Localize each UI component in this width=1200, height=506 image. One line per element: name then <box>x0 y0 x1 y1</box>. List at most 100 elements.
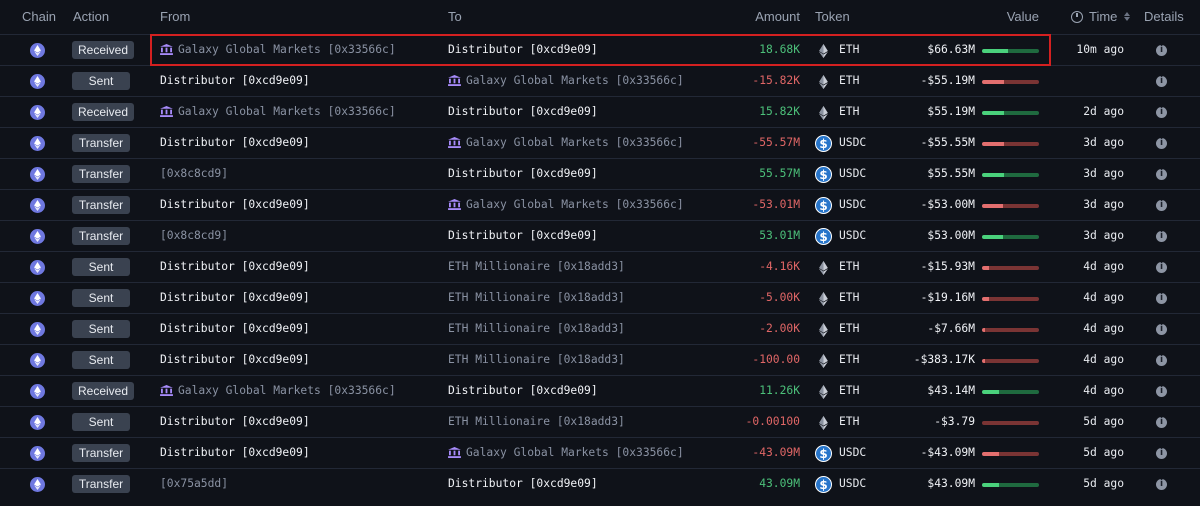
action-badge: Sent <box>72 258 130 276</box>
from-address[interactable]: [0x75a5dd] <box>160 477 228 490</box>
to-address[interactable]: ETH Millionaire [0x18add3] <box>448 260 625 273</box>
amount-value: -100.00 <box>752 353 800 366</box>
to-address[interactable]: Distributor [0xcd9e09] <box>448 229 598 242</box>
info-icon[interactable]: i <box>1156 448 1167 459</box>
value-amount: $43.14M <box>927 384 975 397</box>
info-icon[interactable]: i <box>1156 417 1167 428</box>
table-row[interactable]: Sent Distributor [0xcd9e09] ETH Millionair… <box>0 282 1200 313</box>
info-icon[interactable]: i <box>1156 355 1167 366</box>
to-address-label: ETH Millionaire [0x18add3] <box>448 415 625 428</box>
to-address[interactable]: Distributor [0xcd9e09] <box>448 477 598 490</box>
ethereum-chain-icon <box>30 477 45 492</box>
column-header-chain: Chain <box>22 9 56 24</box>
table-row[interactable]: Transfer Distributor [0xcd9e09] Galaxy Glo… <box>0 189 1200 220</box>
to-address[interactable]: Galaxy Global Markets [0x33566c] <box>448 74 684 87</box>
to-address[interactable]: Galaxy Global Markets [0x33566c] <box>448 136 684 149</box>
to-address-label: Galaxy Global Markets [0x33566c] <box>466 74 684 87</box>
info-icon[interactable]: i <box>1156 386 1167 397</box>
eth-token-icon <box>815 259 832 276</box>
info-icon[interactable]: i <box>1156 293 1167 304</box>
institution-icon <box>160 44 173 55</box>
action-badge: Received <box>72 103 135 121</box>
info-icon[interactable]: i <box>1156 76 1167 87</box>
from-address[interactable]: Distributor [0xcd9e09] <box>160 198 310 211</box>
action-badge: Transfer <box>72 475 130 493</box>
eth-token-icon <box>815 290 832 307</box>
time-ago: 4d ago <box>1083 291 1124 304</box>
info-icon[interactable]: i <box>1156 107 1167 118</box>
from-address[interactable]: [0x8c8cd9] <box>160 167 228 180</box>
table-row[interactable]: Sent Distributor [0xcd9e09] ETH Millionair… <box>0 344 1200 375</box>
institution-icon <box>160 106 173 117</box>
value-bar <box>982 204 1039 208</box>
from-address[interactable]: Distributor [0xcd9e09] <box>160 353 310 366</box>
table-row[interactable]: Received Galaxy Global Markets [0x33566c]… <box>0 96 1200 127</box>
value-bar-fill <box>982 173 1004 177</box>
to-address[interactable]: ETH Millionaire [0x18add3] <box>448 353 625 366</box>
to-address[interactable]: Distributor [0xcd9e09] <box>448 43 598 56</box>
from-address[interactable]: Distributor [0xcd9e09] <box>160 415 310 428</box>
from-address[interactable]: Distributor [0xcd9e09] <box>160 291 310 304</box>
to-address[interactable]: Galaxy Global Markets [0x33566c] <box>448 446 684 459</box>
token-symbol: USDC <box>839 446 867 459</box>
token-symbol: ETH <box>839 415 860 428</box>
from-address-label: Galaxy Global Markets [0x33566c] <box>178 43 396 56</box>
to-address[interactable]: ETH Millionaire [0x18add3] <box>448 322 625 335</box>
ethereum-chain-icon <box>30 446 45 461</box>
column-header-amount: Amount <box>755 9 800 24</box>
info-icon[interactable]: i <box>1156 200 1167 211</box>
time-ago: 2d ago <box>1083 105 1124 118</box>
to-address[interactable]: Distributor [0xcd9e09] <box>448 105 598 118</box>
token-symbol: USDC <box>839 198 867 211</box>
table-row[interactable]: Transfer Distributor [0xcd9e09] Galaxy Glo… <box>0 127 1200 158</box>
ethereum-chain-icon <box>30 167 45 182</box>
value-amount: -$19.16M <box>920 291 975 304</box>
from-address[interactable]: Distributor [0xcd9e09] <box>160 446 310 459</box>
time-ago: 3d ago <box>1083 167 1124 180</box>
from-address-label: Distributor [0xcd9e09] <box>160 322 310 335</box>
to-address[interactable]: Distributor [0xcd9e09] <box>448 167 598 180</box>
from-address[interactable]: Distributor [0xcd9e09] <box>160 74 310 87</box>
table-row[interactable]: Transfer [0x75a5dd] Distributor [0xcd9e09]… <box>0 468 1200 499</box>
table-row[interactable]: Received Galaxy Global Markets [0x33566c]… <box>0 375 1200 406</box>
info-icon[interactable]: i <box>1156 231 1167 242</box>
value-amount: -$3.79 <box>934 415 975 428</box>
value-bar-fill <box>982 80 1004 84</box>
to-address[interactable]: Galaxy Global Markets [0x33566c] <box>448 198 684 211</box>
time-ago: 5d ago <box>1083 415 1124 428</box>
from-address[interactable]: Galaxy Global Markets [0x33566c] <box>160 384 396 397</box>
from-address[interactable]: Galaxy Global Markets [0x33566c] <box>160 43 396 56</box>
table-row[interactable]: Sent Distributor [0xcd9e09] ETH Millionair… <box>0 251 1200 282</box>
info-icon[interactable]: i <box>1156 479 1167 490</box>
from-address[interactable]: Distributor [0xcd9e09] <box>160 322 310 335</box>
info-icon[interactable]: i <box>1156 45 1167 56</box>
column-header-time[interactable]: Time <box>1071 9 1131 24</box>
sort-icon[interactable] <box>1124 12 1131 21</box>
table-row[interactable]: Transfer [0x8c8cd9] Distributor [0xcd9e09]… <box>0 220 1200 251</box>
info-icon[interactable]: i <box>1156 324 1167 335</box>
table-row[interactable]: Sent Distributor [0xcd9e09] ETH Millionair… <box>0 406 1200 437</box>
from-address[interactable]: Distributor [0xcd9e09] <box>160 260 310 273</box>
to-address[interactable]: ETH Millionaire [0x18add3] <box>448 291 625 304</box>
to-address[interactable]: ETH Millionaire [0x18add3] <box>448 415 625 428</box>
eth-token-icon <box>815 414 832 431</box>
eth-token-icon <box>815 73 832 90</box>
table-row[interactable]: Sent Distributor [0xcd9e09] ETH Millionair… <box>0 313 1200 344</box>
value-bar-fill <box>982 452 999 456</box>
action-badge: Sent <box>72 289 130 307</box>
value-amount: $55.19M <box>927 105 975 118</box>
from-address[interactable]: [0x8c8cd9] <box>160 229 228 242</box>
from-address[interactable]: Distributor [0xcd9e09] <box>160 136 310 149</box>
table-row[interactable]: Transfer [0x8c8cd9] Distributor [0xcd9e09]… <box>0 158 1200 189</box>
info-icon[interactable]: i <box>1156 169 1167 180</box>
table-row[interactable]: Sent Distributor [0xcd9e09] Galaxy Global … <box>0 65 1200 96</box>
info-icon[interactable]: i <box>1156 138 1167 149</box>
column-header-token: Token <box>815 9 850 24</box>
to-address[interactable]: Distributor [0xcd9e09] <box>448 384 598 397</box>
action-badge: Transfer <box>72 196 130 214</box>
info-icon[interactable]: i <box>1156 262 1167 273</box>
from-address[interactable]: Galaxy Global Markets [0x33566c] <box>160 105 396 118</box>
table-row[interactable]: Received Galaxy Global Markets [0x33566c]… <box>0 34 1200 65</box>
token-symbol: USDC <box>839 167 867 180</box>
table-row[interactable]: Transfer Distributor [0xcd9e09] Galaxy Glo… <box>0 437 1200 468</box>
